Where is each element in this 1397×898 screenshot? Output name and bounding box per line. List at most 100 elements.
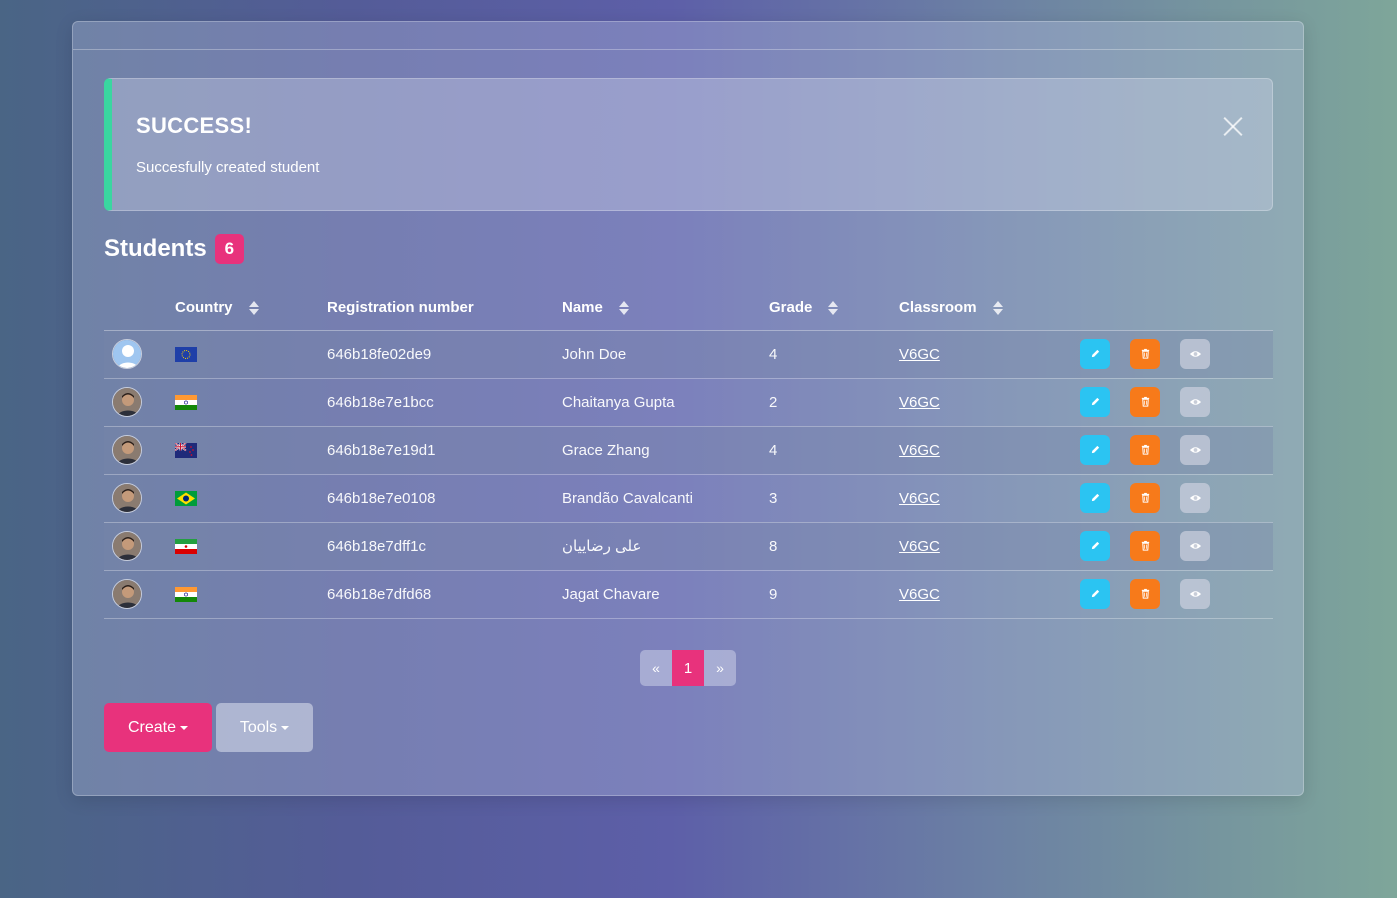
column-header-actions <box>1080 286 1273 331</box>
close-icon[interactable] <box>1222 115 1244 137</box>
edit-button[interactable] <box>1080 579 1110 609</box>
student-name: Brandão Cavalcanti <box>562 474 769 523</box>
eye-icon <box>1189 538 1202 555</box>
view-button[interactable] <box>1180 435 1210 465</box>
classroom-cell: V6GC <box>899 522 1080 571</box>
eu-flag-icon <box>175 346 327 362</box>
view-button[interactable] <box>1180 339 1210 369</box>
table-header-row: Country Registration number Name Grade C… <box>104 286 1273 331</box>
classroom-link[interactable]: V6GC <box>899 346 940 363</box>
pencil-icon <box>1090 490 1101 507</box>
country-cell <box>175 570 327 619</box>
classroom-link[interactable]: V6GC <box>899 394 940 411</box>
delete-button[interactable] <box>1130 387 1160 417</box>
trash-icon <box>1140 538 1151 555</box>
avatar <box>112 531 142 561</box>
student-name: John Doe <box>562 330 769 379</box>
pagination-next[interactable]: » <box>704 650 736 686</box>
edit-button[interactable] <box>1080 483 1110 513</box>
page-title: Students <box>104 235 207 262</box>
column-header-grade[interactable]: Grade <box>769 286 899 331</box>
sort-icon[interactable] <box>618 301 629 316</box>
delete-button[interactable] <box>1130 483 1160 513</box>
edit-button[interactable] <box>1080 387 1110 417</box>
delete-button[interactable] <box>1130 579 1160 609</box>
pencil-icon <box>1090 346 1101 363</box>
create-button[interactable]: Create <box>104 703 212 752</box>
view-button[interactable] <box>1180 387 1210 417</box>
classroom-link[interactable]: V6GC <box>899 490 940 507</box>
actions-cell <box>1080 522 1273 571</box>
registration-number: 646b18e7dfd68 <box>327 570 562 619</box>
count-badge: 6 <box>214 234 245 264</box>
registration-number: 646b18e7e19d1 <box>327 426 562 475</box>
india-flag-icon <box>175 394 327 410</box>
alert-message: Succesfully created student <box>136 159 320 176</box>
pagination: « 1 » <box>640 650 736 686</box>
new-zealand-flag-icon <box>175 442 327 458</box>
india-flag-icon <box>175 586 327 602</box>
edit-button[interactable] <box>1080 531 1110 561</box>
classroom-link[interactable]: V6GC <box>899 442 940 459</box>
avatar-cell <box>104 378 175 427</box>
tools-button[interactable]: Tools <box>216 703 313 752</box>
avatar-cell <box>104 474 175 523</box>
student-name: Jagat Chavare <box>562 570 769 619</box>
registration-number: 646b18e7e1bcc <box>327 378 562 427</box>
column-header-country[interactable]: Country <box>175 286 327 331</box>
trash-icon <box>1140 394 1151 411</box>
table-row: 646b18e7e0108 Brandão Cavalcanti 3 V6GC <box>104 474 1273 523</box>
create-button-label: Create <box>127 718 177 736</box>
avatar-cell <box>104 426 175 475</box>
trash-icon <box>1140 586 1151 603</box>
panel-header <box>73 22 1303 50</box>
success-alert: SUCCESS! Succesfully created student <box>104 78 1273 211</box>
grade: 4 <box>769 426 899 475</box>
table-row: 646b18fe02de9 John Doe 4 V6GC <box>104 330 1273 379</box>
table-row: 646b18e7e1bcc Chaitanya Gupta 2 V6GC <box>104 378 1273 427</box>
avatar <box>112 339 142 369</box>
actions-cell <box>1080 474 1273 523</box>
trash-icon <box>1140 346 1151 363</box>
view-button[interactable] <box>1180 579 1210 609</box>
avatar-cell <box>104 570 175 619</box>
view-button[interactable] <box>1180 531 1210 561</box>
registration-number: 646b18e7dff1c <box>327 522 562 571</box>
eye-icon <box>1189 394 1202 411</box>
eye-icon <box>1189 490 1202 507</box>
trash-icon <box>1140 442 1151 459</box>
sort-icon[interactable] <box>828 301 839 316</box>
actions-cell <box>1080 426 1273 475</box>
classroom-link[interactable]: V6GC <box>899 586 940 603</box>
table-row: 646b18e7dff1c علی رضاییان 8 V6GC <box>104 522 1273 571</box>
table-row: 646b18e7e19d1 Grace Zhang 4 V6GC <box>104 426 1273 475</box>
pagination-page[interactable]: 1 <box>672 650 704 686</box>
actions-cell <box>1080 378 1273 427</box>
pagination-prev[interactable]: « <box>640 650 672 686</box>
edit-button[interactable] <box>1080 435 1110 465</box>
edit-button[interactable] <box>1080 339 1110 369</box>
delete-button[interactable] <box>1130 339 1160 369</box>
eye-icon <box>1189 346 1202 363</box>
avatar <box>112 387 142 417</box>
actions-cell <box>1080 330 1273 379</box>
column-header-name[interactable]: Name <box>562 286 769 331</box>
iran-flag-icon <box>175 538 327 554</box>
avatar <box>112 483 142 513</box>
pencil-icon <box>1090 394 1101 411</box>
sort-icon[interactable] <box>248 301 259 316</box>
delete-button[interactable] <box>1130 435 1160 465</box>
grade: 9 <box>769 570 899 619</box>
avatar <box>112 579 142 609</box>
column-header-classroom[interactable]: Classroom <box>899 286 1080 331</box>
country-cell <box>175 474 327 523</box>
sort-icon[interactable] <box>992 301 1003 316</box>
caret-down-icon <box>180 725 189 730</box>
classroom-link[interactable]: V6GC <box>899 538 940 555</box>
classroom-cell: V6GC <box>899 474 1080 523</box>
eye-icon <box>1189 442 1202 459</box>
delete-button[interactable] <box>1130 531 1160 561</box>
grade: 4 <box>769 330 899 379</box>
view-button[interactable] <box>1180 483 1210 513</box>
avatar-cell <box>104 522 175 571</box>
